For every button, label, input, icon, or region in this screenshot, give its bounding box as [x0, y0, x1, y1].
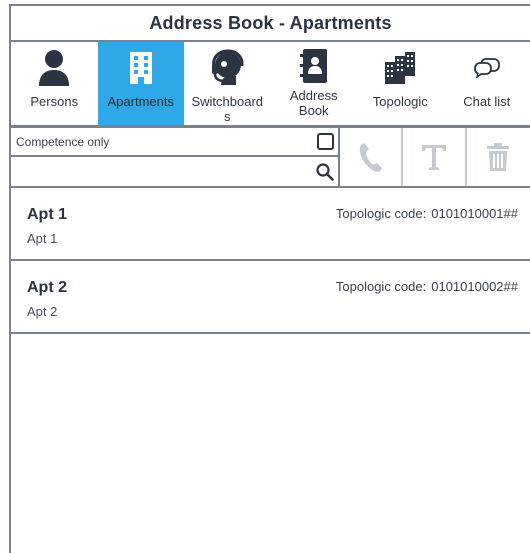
window-title: Address Book - Apartments [149, 12, 392, 33]
apartment-description: Apt 1 [27, 231, 58, 246]
tab-topologic[interactable]: Topologic [357, 42, 444, 125]
delete-button[interactable] [467, 128, 530, 186]
tab-apartments[interactable]: Apartments [97, 42, 184, 125]
apartment-name: Apt 2 [27, 279, 67, 296]
headset-icon [207, 48, 247, 88]
person-icon [34, 48, 74, 88]
call-button[interactable] [340, 128, 404, 186]
trash-icon [486, 142, 510, 172]
tab-label: Address Book [289, 88, 338, 118]
topologic-code-label: Topologic code: [335, 206, 427, 221]
text-button[interactable] [403, 128, 467, 186]
filter-panel: Competence only [11, 128, 341, 186]
tab-label: Topologic [372, 94, 428, 109]
search-icon[interactable] [316, 162, 334, 181]
list-item[interactable]: Apt 1 Apt 1 Topologic code: 0101010001## [11, 188, 530, 261]
building-icon [121, 48, 161, 88]
tab-persons[interactable]: Persons [11, 42, 98, 125]
topologic-code: Topologic code: 0101010001## [336, 206, 518, 221]
topologic-code: Topologic code: 0101010002## [336, 279, 518, 294]
topologic-code-label: Topologic code: [335, 279, 427, 294]
topologic-code-value: 0101010001## [431, 206, 518, 221]
tab-label: Switchboard s [191, 94, 264, 124]
list-item[interactable]: Apt 2 Apt 2 Topologic code: 0101010002## [11, 261, 530, 334]
tab-label: Chat list [463, 94, 511, 109]
buildings-icon [380, 48, 420, 88]
apartment-name: Apt 1 [27, 206, 67, 223]
apartment-list: Apt 1 Apt 1 Topologic code: 0101010001## … [11, 188, 530, 334]
address-book-icon [294, 46, 334, 86]
toolbar: Competence only [11, 128, 530, 188]
tab-label: Apartments [107, 94, 174, 109]
tab-chat-list[interactable]: Chat list [444, 42, 530, 125]
competence-label: Competence only [16, 134, 110, 149]
search-row [11, 157, 338, 186]
title-bar: Address Book - Apartments [11, 6, 530, 42]
competence-checkbox[interactable] [317, 133, 335, 150]
tab-switchboards[interactable]: Switchboard s [184, 42, 271, 125]
topologic-code-value: 0101010002## [431, 279, 518, 294]
tab-address-book[interactable]: Address Book [271, 42, 358, 125]
tab-bar: Persons Apartments Switchboard s Address… [11, 42, 530, 128]
apartment-description: Apt 2 [27, 304, 58, 319]
phone-icon [358, 141, 384, 173]
address-book-window: Address Book - Apartments Persons Apartm… [9, 4, 530, 553]
search-input[interactable] [16, 159, 317, 184]
competence-filter: Competence only [11, 128, 339, 157]
tab-label: Persons [30, 94, 79, 109]
chat-icon [467, 48, 507, 88]
text-icon [419, 142, 449, 172]
